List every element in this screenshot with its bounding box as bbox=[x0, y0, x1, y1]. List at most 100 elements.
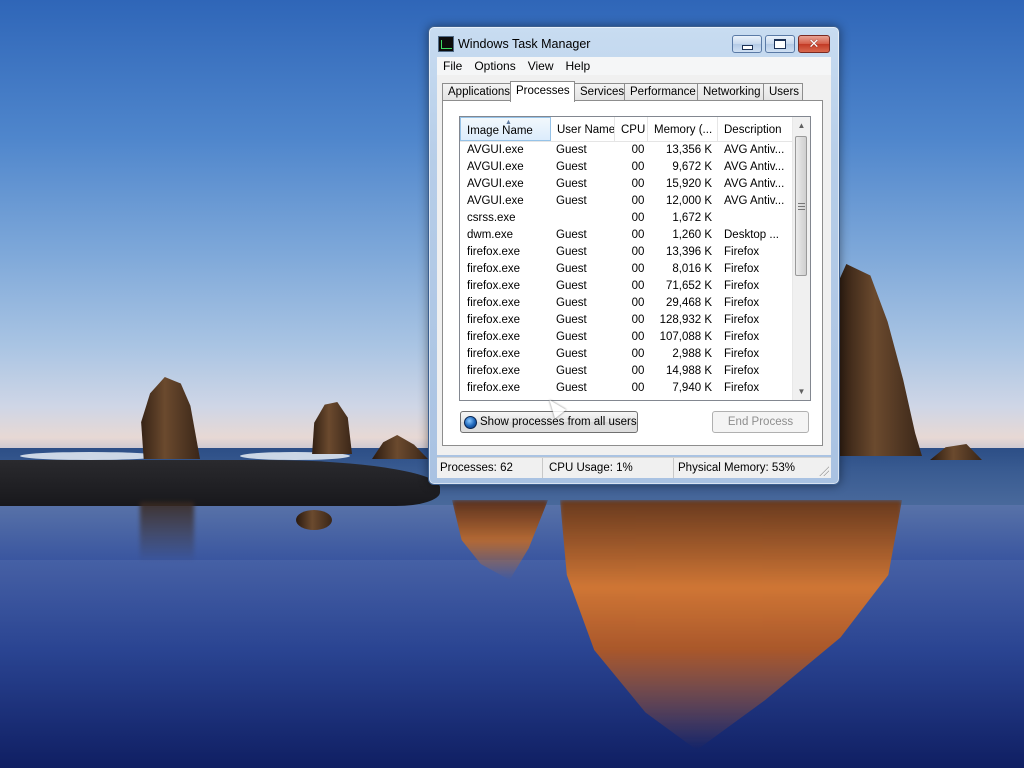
process-name-cell: firefox.exe bbox=[467, 331, 521, 343]
table-row[interactable]: firefox.exe Guest 00 71,652 K Firefox bbox=[460, 278, 792, 295]
shield-icon bbox=[464, 415, 477, 429]
scroll-up-icon[interactable]: ▲ bbox=[793, 117, 810, 134]
beach-rock bbox=[296, 510, 332, 530]
menu-options[interactable]: Options bbox=[468, 59, 521, 73]
process-list[interactable]: ▲ Image Name User Name CPU Memory (... D… bbox=[459, 116, 811, 401]
maximize-button[interactable] bbox=[765, 35, 795, 53]
vertical-scrollbar[interactable]: ▲ ▼ bbox=[792, 117, 810, 400]
table-row[interactable]: firefox.exe Guest 00 13,396 K Firefox bbox=[460, 244, 792, 261]
window-title: Windows Task Manager bbox=[458, 37, 591, 51]
table-row[interactable]: csrss.exe 00 1,672 K bbox=[460, 210, 792, 227]
user-name-cell: Guest bbox=[556, 382, 587, 394]
task-manager-window[interactable]: Windows Task Manager ✕ File Options View… bbox=[428, 26, 840, 485]
minimize-button[interactable] bbox=[732, 35, 762, 53]
process-description-cell: AVG Antiv... bbox=[724, 161, 785, 173]
tab-users[interactable]: Users bbox=[763, 83, 803, 100]
table-row[interactable]: firefox.exe Guest 00 29,468 K Firefox bbox=[460, 295, 792, 312]
process-description-cell: AVG Antiv... bbox=[724, 178, 785, 190]
tab-processes[interactable]: Processes bbox=[510, 81, 575, 102]
menu-file[interactable]: File bbox=[437, 59, 468, 73]
process-description-cell: Firefox bbox=[724, 280, 760, 292]
table-row[interactable]: dwm.exe Guest 00 1,260 K Desktop ... bbox=[460, 227, 792, 244]
menu-bar: File Options View Help bbox=[437, 57, 831, 75]
process-rows: AVGUI.exe Guest 00 13,356 K AVG Antiv... AVGU… bbox=[460, 142, 792, 397]
table-row[interactable]: AVGUI.exe Guest 00 15,920 K AVG Antiv... bbox=[460, 176, 792, 193]
status-memory: Physical Memory: 53% bbox=[678, 462, 795, 474]
user-name-cell: Guest bbox=[556, 348, 587, 360]
user-name-cell: Guest bbox=[556, 331, 587, 343]
table-row[interactable]: firefox.exe Guest 00 8,016 K Firefox bbox=[460, 261, 792, 278]
grip-icon bbox=[798, 203, 805, 210]
memory-usage-cell: 8,016 K bbox=[672, 263, 712, 275]
show-all-users-button[interactable]: Show processes from all users bbox=[460, 411, 638, 433]
maximize-icon bbox=[774, 39, 786, 49]
title-bar[interactable]: Windows Task Manager ✕ bbox=[429, 27, 839, 57]
process-name-cell: firefox.exe bbox=[467, 263, 521, 275]
table-row[interactable]: firefox.exe Guest 00 128,932 K Firefox bbox=[460, 312, 792, 329]
memory-usage-cell: 9,672 K bbox=[672, 161, 712, 173]
surf bbox=[20, 452, 160, 460]
process-name-cell: firefox.exe bbox=[467, 246, 521, 258]
resize-grip-icon[interactable] bbox=[819, 466, 829, 476]
sort-ascending-icon: ▲ bbox=[505, 119, 512, 126]
column-cpu[interactable]: CPU bbox=[615, 117, 648, 141]
table-row[interactable]: AVGUI.exe Guest 00 12,000 K AVG Antiv... bbox=[460, 193, 792, 210]
process-name-cell: AVGUI.exe bbox=[467, 195, 524, 207]
user-name-cell: Guest bbox=[556, 314, 587, 326]
minimize-icon bbox=[741, 44, 753, 50]
table-row[interactable]: firefox.exe Guest 00 107,088 K Firefox bbox=[460, 329, 792, 346]
process-description-cell: Firefox bbox=[724, 314, 760, 326]
tab-performance[interactable]: Performance bbox=[624, 83, 698, 100]
status-cpu: CPU Usage: 1% bbox=[543, 458, 674, 478]
user-name-cell: Guest bbox=[556, 229, 587, 241]
end-process-button[interactable]: End Process bbox=[712, 411, 809, 433]
memory-usage-cell: 1,260 K bbox=[672, 229, 712, 241]
tab-applications[interactable]: Applications bbox=[442, 83, 511, 100]
memory-usage-cell: 2,988 K bbox=[672, 348, 712, 360]
process-name-cell: csrss.exe bbox=[467, 212, 516, 224]
user-name-cell bbox=[556, 210, 616, 227]
process-name-cell: firefox.exe bbox=[467, 297, 521, 309]
tab-services[interactable]: Services bbox=[574, 83, 625, 100]
process-description-cell: AVG Antiv... bbox=[724, 195, 785, 207]
table-row[interactable]: AVGUI.exe Guest 00 9,672 K AVG Antiv... bbox=[460, 159, 792, 176]
column-user-name[interactable]: User Name bbox=[551, 117, 615, 141]
scrollbar-thumb[interactable] bbox=[795, 136, 807, 276]
show-all-users-label: Show processes from all users bbox=[480, 416, 637, 428]
user-name-cell: Guest bbox=[556, 365, 587, 377]
table-row[interactable]: AVGUI.exe Guest 00 13,356 K AVG Antiv... bbox=[460, 142, 792, 159]
memory-usage-cell: 13,356 K bbox=[665, 144, 712, 156]
process-name-cell: firefox.exe bbox=[467, 280, 521, 292]
table-row[interactable]: firefox.exe Guest 00 2,988 K Firefox bbox=[460, 346, 792, 363]
tab-networking[interactable]: Networking bbox=[697, 83, 764, 100]
list-header: ▲ Image Name User Name CPU Memory (... D… bbox=[460, 117, 792, 142]
scroll-down-icon[interactable]: ▼ bbox=[793, 383, 810, 400]
table-row[interactable]: firefox.exe Guest 00 14,988 K Firefox bbox=[460, 363, 792, 380]
user-name-cell: Guest bbox=[556, 246, 587, 258]
process-description-cell: Firefox bbox=[724, 382, 760, 394]
process-description-cell: Firefox bbox=[724, 297, 760, 309]
table-row[interactable]: firefox.exe Guest 00 7,940 K Firefox bbox=[460, 380, 792, 397]
memory-usage-cell: 29,468 K bbox=[665, 297, 712, 309]
menu-view[interactable]: View bbox=[522, 59, 560, 73]
memory-usage-cell: 1,672 K bbox=[672, 212, 712, 224]
process-name-cell: firefox.exe bbox=[467, 314, 521, 326]
memory-usage-cell: 14,988 K bbox=[665, 365, 712, 377]
process-description-cell: Firefox bbox=[724, 348, 760, 360]
column-memory[interactable]: Memory (... bbox=[648, 117, 718, 141]
process-name-cell: dwm.exe bbox=[467, 229, 514, 241]
process-name-cell: AVGUI.exe bbox=[467, 178, 524, 190]
menu-help[interactable]: Help bbox=[560, 59, 597, 73]
status-processes: Processes: 62 bbox=[437, 458, 543, 478]
process-name-cell: firefox.exe bbox=[467, 382, 521, 394]
memory-usage-cell: 107,088 K bbox=[659, 331, 712, 343]
process-description-cell: Firefox bbox=[724, 331, 760, 343]
close-button[interactable]: ✕ bbox=[798, 35, 830, 53]
column-description[interactable]: Description bbox=[718, 117, 792, 141]
process-description-cell: AVG Antiv... bbox=[724, 144, 785, 156]
user-name-cell: Guest bbox=[556, 195, 587, 207]
user-name-cell: Guest bbox=[556, 144, 587, 156]
processes-panel: ▲ Image Name User Name CPU Memory (... D… bbox=[442, 100, 823, 446]
process-name-cell: firefox.exe bbox=[467, 365, 521, 377]
column-image-name[interactable]: ▲ Image Name bbox=[460, 117, 551, 141]
